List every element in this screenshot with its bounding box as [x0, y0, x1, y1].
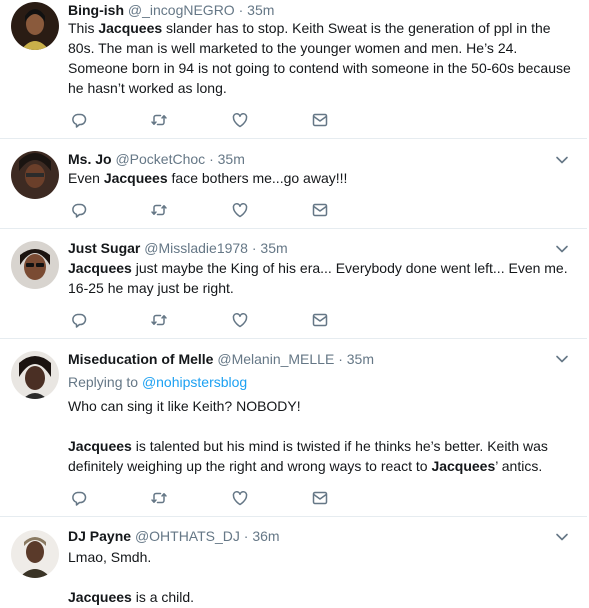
tweet[interactable]: Just Sugar @Missladie1978 · 35m Jacquees…: [0, 228, 587, 339]
like-icon[interactable]: [231, 489, 249, 507]
separator-dot: ·: [251, 240, 257, 256]
display-name[interactable]: Bing-ish: [68, 2, 124, 18]
tweet-header: DJ Payne @OHTHATS_DJ · 36m: [68, 527, 280, 545]
like-icon[interactable]: [231, 111, 249, 129]
chevron-down-icon[interactable]: [555, 242, 569, 256]
timestamp[interactable]: 36m: [252, 528, 279, 544]
separator-dot: ·: [238, 2, 244, 18]
display-name[interactable]: Just Sugar: [68, 240, 140, 256]
display-name[interactable]: Ms. Jo: [68, 151, 112, 167]
tweet-header: Bing-ish @_incogNEGRO · 35m: [68, 1, 274, 19]
tweet-actions: [70, 201, 340, 219]
replying-to-handle[interactable]: @nohipstersblog: [142, 374, 247, 390]
display-name[interactable]: Miseducation of Melle: [68, 351, 213, 367]
avatar[interactable]: [11, 530, 59, 578]
tweet-text: Lmao, Smdh. Jacquees is a child.: [68, 549, 195, 605]
reply-icon[interactable]: [70, 489, 88, 507]
avatar[interactable]: [11, 351, 59, 399]
like-icon[interactable]: [231, 201, 249, 219]
tweet[interactable]: Miseducation of Melle @Melanin_MELLE · 3…: [0, 338, 587, 517]
avatar[interactable]: [11, 151, 59, 199]
tweet-text: Even Jacquees face bothers me...go away!…: [68, 170, 348, 186]
tweet-header: Just Sugar @Missladie1978 · 35m: [68, 239, 288, 257]
timestamp[interactable]: 35m: [260, 240, 287, 256]
avatar[interactable]: [11, 2, 59, 50]
separator-dot: ·: [338, 351, 343, 367]
reply-icon[interactable]: [70, 111, 88, 129]
tweet-actions: [70, 111, 340, 129]
tweet-actions: [70, 311, 340, 329]
timestamp[interactable]: 35m: [247, 2, 274, 18]
reply-icon[interactable]: [70, 201, 88, 219]
retweet-icon[interactable]: [150, 489, 168, 507]
timestamp[interactable]: 35m: [218, 151, 245, 167]
tweet[interactable]: Ms. Jo @PocketChoc · 35m Even Jacquees f…: [0, 138, 587, 229]
dm-icon[interactable]: [311, 111, 329, 129]
dm-icon[interactable]: [311, 489, 329, 507]
tweet-actions: [70, 489, 340, 507]
user-handle[interactable]: @_incogNEGRO: [128, 2, 235, 18]
tweet-text: This Jacquees slander has to stop. Keith…: [68, 20, 571, 96]
retweet-icon[interactable]: [150, 111, 168, 129]
replying-to-label: Replying to: [68, 374, 139, 390]
retweet-icon[interactable]: [150, 201, 168, 219]
display-name[interactable]: DJ Payne: [68, 528, 131, 544]
tweet-feed: Bing-ish @_incogNEGRO · 35m This Jacquee…: [0, 0, 589, 608]
reply-icon[interactable]: [70, 311, 88, 329]
chevron-down-icon[interactable]: [555, 530, 569, 544]
user-handle[interactable]: @PocketChoc: [115, 151, 205, 167]
tweet[interactable]: DJ Payne @OHTHATS_DJ · 36m Lmao, Smdh. Ja…: [0, 516, 587, 608]
like-icon[interactable]: [231, 311, 249, 329]
retweet-icon[interactable]: [150, 311, 168, 329]
separator-dot: ·: [209, 151, 214, 167]
tweet-text: Jacquees just maybe the King of his era.…: [68, 260, 568, 296]
replying-to: Replying to @nohipstersblog: [68, 372, 578, 392]
user-handle[interactable]: @Melanin_MELLE: [217, 351, 334, 367]
separator-dot: ·: [243, 528, 249, 544]
tweet-header: Miseducation of Melle @Melanin_MELLE · 3…: [68, 350, 374, 368]
user-handle[interactable]: @OHTHATS_DJ: [135, 528, 240, 544]
avatar[interactable]: [11, 241, 59, 289]
user-handle[interactable]: @Missladie1978: [144, 240, 248, 256]
tweet-text: Who can sing it like Keith? NOBODY! Jacqu…: [68, 398, 548, 474]
dm-icon[interactable]: [311, 201, 329, 219]
timestamp[interactable]: 35m: [347, 351, 374, 367]
tweet-header: Ms. Jo @PocketChoc · 35m: [68, 150, 245, 168]
dm-icon[interactable]: [311, 311, 329, 329]
chevron-down-icon[interactable]: [555, 153, 569, 167]
chevron-down-icon[interactable]: [555, 352, 569, 366]
tweet[interactable]: Bing-ish @_incogNEGRO · 35m This Jacquee…: [0, 0, 587, 139]
